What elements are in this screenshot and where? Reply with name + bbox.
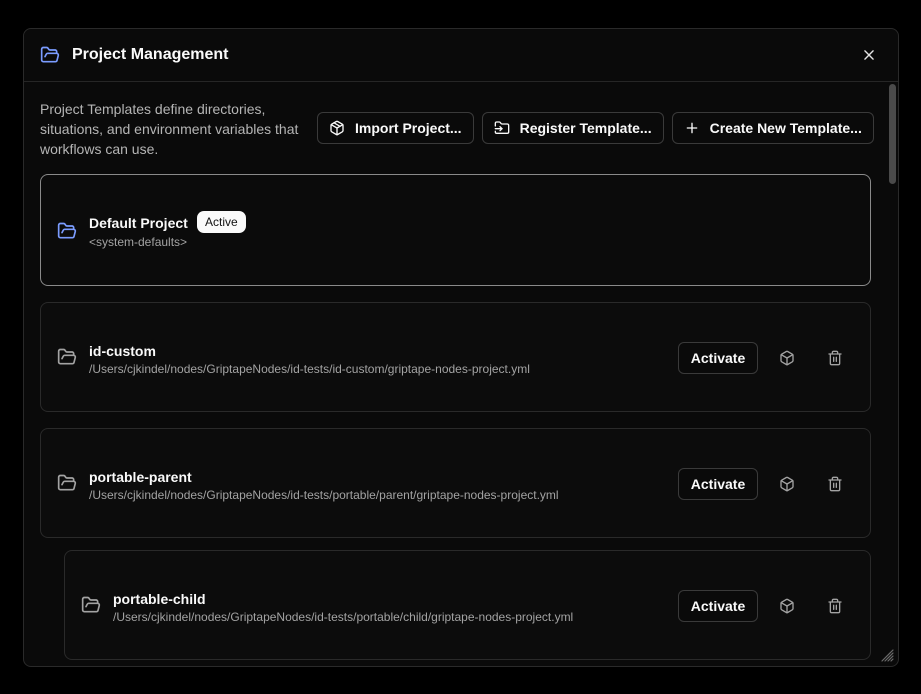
project-name: id-custom xyxy=(89,343,156,359)
folder-open-icon xyxy=(57,474,77,491)
project-path: /Users/cjkindel/nodes/GriptapeNodes/id-t… xyxy=(89,362,530,376)
package-icon xyxy=(780,476,794,492)
delete-button[interactable] xyxy=(821,344,849,372)
close-button[interactable] xyxy=(860,46,878,64)
dialog-header: Project Management xyxy=(24,29,898,82)
project-card-default[interactable]: Default Project Active <system-defaults> xyxy=(40,174,871,286)
trash-icon xyxy=(828,476,842,492)
folder-input-icon xyxy=(494,121,509,134)
package-icon xyxy=(330,120,344,136)
delete-button[interactable] xyxy=(821,592,849,620)
activate-button[interactable]: Activate xyxy=(678,468,758,500)
project-management-dialog: Project Management Project Templates def… xyxy=(23,28,899,667)
project-name: portable-child xyxy=(113,591,206,607)
export-package-button[interactable] xyxy=(773,470,801,498)
folder-open-icon xyxy=(40,46,60,63)
toolbar-actions: Import Project... Register Template... C… xyxy=(317,112,874,144)
import-project-button[interactable]: Import Project... xyxy=(317,112,474,144)
create-new-template-label: Create New Template... xyxy=(709,120,862,136)
dialog-content[interactable]: Project Templates define directories, si… xyxy=(24,82,898,666)
export-package-button[interactable] xyxy=(773,592,801,620)
activate-button[interactable]: Activate xyxy=(678,342,758,374)
description-text: Project Templates define directories, si… xyxy=(40,101,299,157)
resize-handle-icon[interactable] xyxy=(880,648,894,662)
activate-button[interactable]: Activate xyxy=(678,590,758,622)
project-path: <system-defaults> xyxy=(89,235,188,249)
project-path: /Users/cjkindel/nodes/GriptapeNodes/id-t… xyxy=(89,488,559,502)
project-card-id-custom[interactable]: id-custom /Users/cjkindel/nodes/Griptape… xyxy=(40,302,871,412)
folder-open-icon xyxy=(57,222,77,239)
package-icon xyxy=(780,350,794,366)
trash-icon xyxy=(828,598,842,614)
create-new-template-button[interactable]: Create New Template... xyxy=(671,112,874,144)
active-badge: Active xyxy=(197,211,246,233)
register-template-label: Register Template... xyxy=(519,120,652,136)
project-name: Default Project xyxy=(89,215,188,231)
plus-icon xyxy=(686,122,697,134)
project-card-portable-child[interactable]: portable-child /Users/cjkindel/nodes/Gri… xyxy=(64,550,871,660)
folder-open-icon xyxy=(81,596,101,613)
trash-icon xyxy=(828,350,842,366)
delete-button[interactable] xyxy=(821,470,849,498)
project-path: /Users/cjkindel/nodes/GriptapeNodes/id-t… xyxy=(113,610,574,624)
dialog-title: Project Management xyxy=(72,46,229,63)
close-icon xyxy=(864,50,874,60)
register-template-button[interactable]: Register Template... xyxy=(481,112,664,144)
folder-open-icon xyxy=(57,348,77,365)
export-package-button[interactable] xyxy=(773,344,801,372)
scrollbar-thumb[interactable] xyxy=(889,84,896,184)
project-name: portable-parent xyxy=(89,469,192,485)
import-project-label: Import Project... xyxy=(355,120,462,136)
project-card-portable-parent[interactable]: portable-parent /Users/cjkindel/nodes/Gr… xyxy=(40,428,871,538)
package-icon xyxy=(780,598,794,614)
